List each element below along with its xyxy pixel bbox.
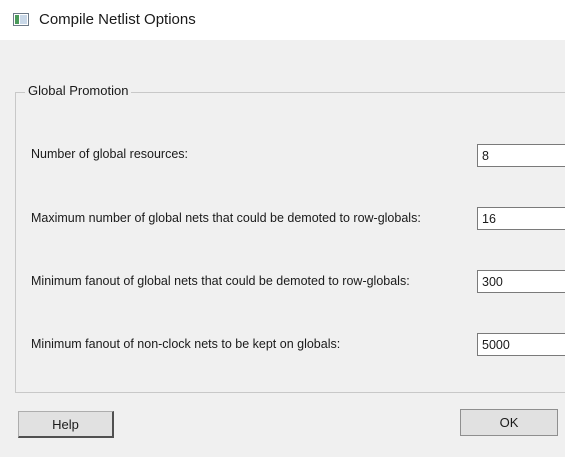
global-resources-label: Number of global resources: (31, 147, 189, 161)
help-button[interactable]: Help (18, 411, 114, 438)
min-fanout-demoted-label: Minimum fanout of global nets that could… (31, 274, 410, 288)
application-icon (13, 13, 29, 26)
min-fanout-demoted-input[interactable] (477, 270, 565, 293)
window-title: Compile Netlist Options (39, 11, 196, 28)
min-fanout-non-clock-input[interactable] (477, 333, 565, 356)
group-title: Global Promotion (25, 83, 132, 98)
max-demoted-nets-label: Maximum number of global nets that could… (31, 211, 421, 225)
global-resources-input[interactable] (477, 144, 565, 167)
compile-netlist-options-dialog: Compile Netlist Options Global Promotion… (0, 0, 565, 457)
title-bar: Compile Netlist Options (0, 0, 565, 40)
ok-button[interactable]: OK (460, 409, 558, 436)
max-demoted-nets-input[interactable] (477, 207, 565, 230)
min-fanout-non-clock-label: Minimum fanout of non-clock nets to be k… (31, 337, 341, 351)
